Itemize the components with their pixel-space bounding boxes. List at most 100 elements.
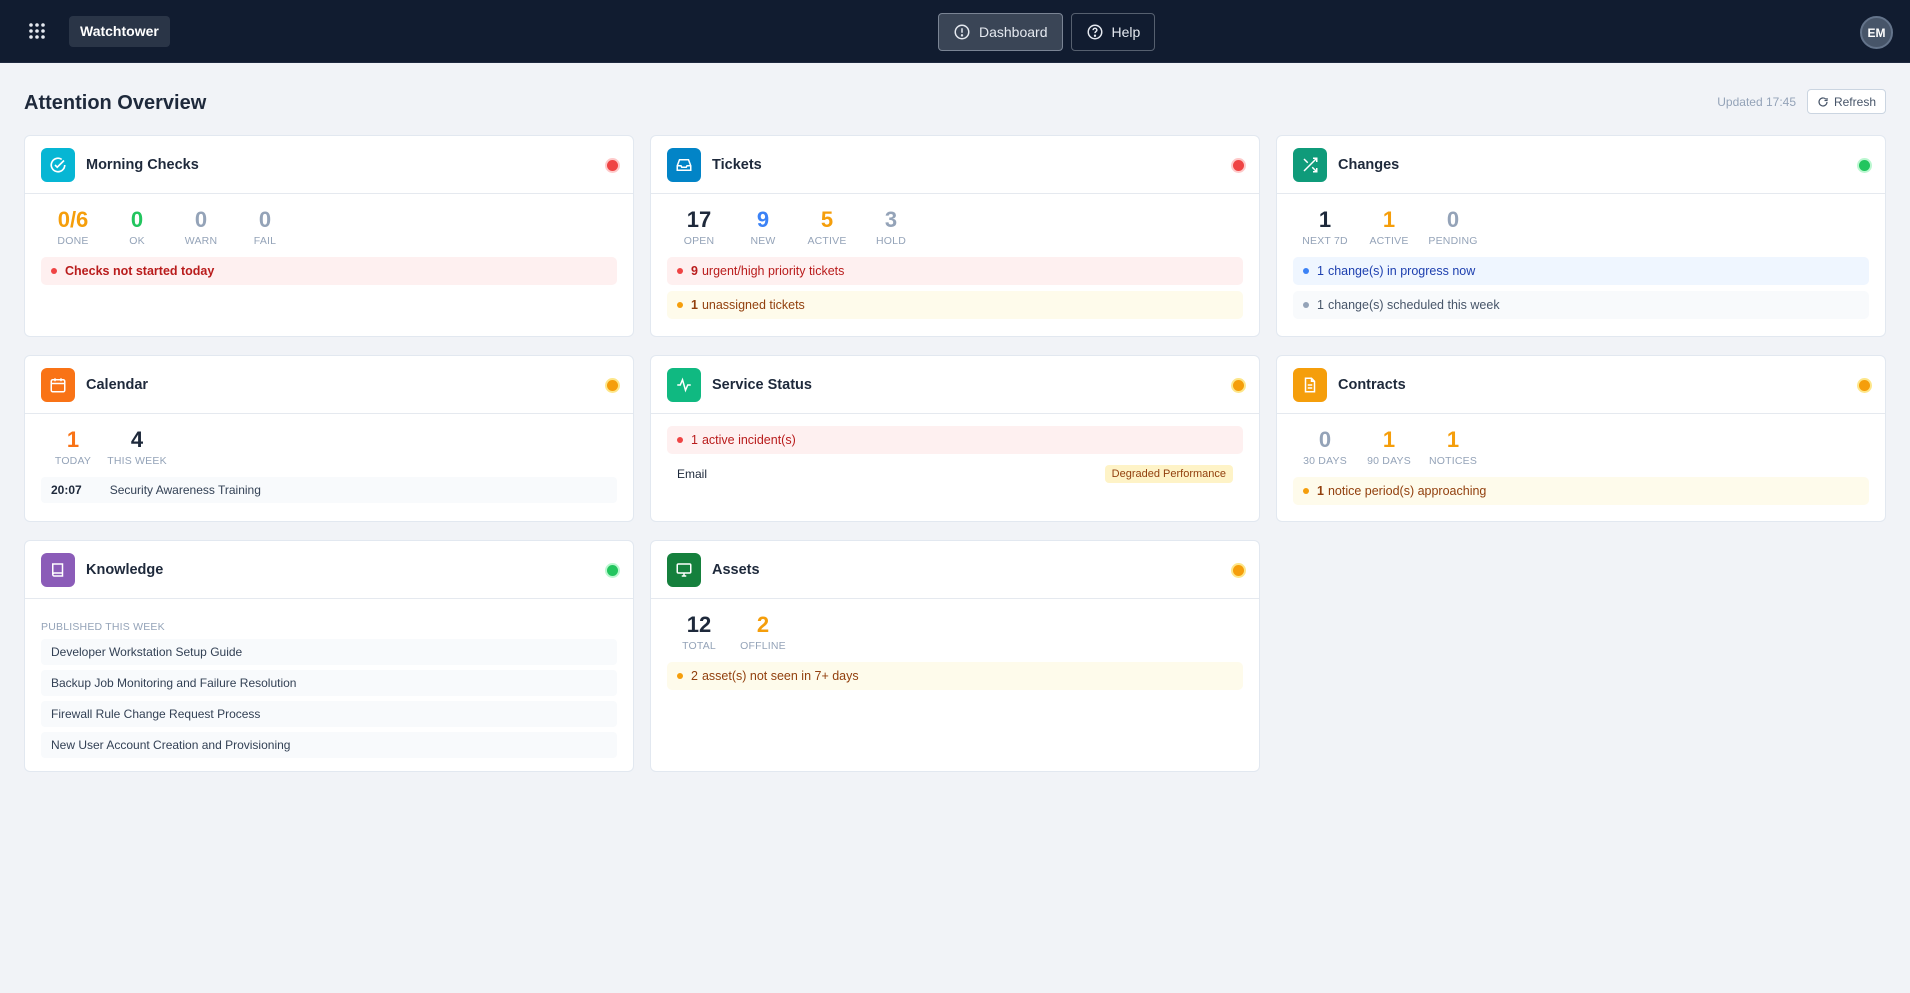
- activity-icon: [667, 367, 701, 402]
- card-header[interactable]: Calendar: [25, 356, 633, 414]
- event-title: Security Awareness Training: [109, 483, 261, 497]
- alert-text: unassigned tickets: [701, 298, 805, 312]
- stat-value: 9: [756, 207, 770, 232]
- user-avatar[interactable]: EM: [1860, 16, 1893, 49]
- alert-item[interactable]: Checks not started today: [41, 257, 617, 285]
- event-time: 20:07: [51, 483, 82, 497]
- stat-label: OPEN: [683, 235, 715, 247]
- stat-value: 1: [1446, 427, 1460, 452]
- stat-label: WARN: [184, 235, 218, 247]
- calendar-icon: [41, 367, 75, 402]
- stat-label: NOTICES: [1428, 455, 1478, 467]
- stat-30-days: 0 30 DAYS: [1293, 428, 1357, 468]
- stats-row: 0/6 DONE 0 OK 0 WARN 0 FAIL: [25, 194, 633, 248]
- alert-item[interactable]: 9 urgent/high priority tickets: [667, 257, 1243, 285]
- assets-card: Assets 12 TOTAL 2 OFFLINE 2 asset(s) not s…: [650, 540, 1260, 772]
- status-dot: [607, 160, 618, 171]
- stat-offline: 2 OFFLINE: [731, 613, 795, 653]
- status-dot: [607, 380, 618, 391]
- stat-label: HOLD: [876, 235, 906, 247]
- stat-done: 0/6 DONE: [41, 207, 105, 248]
- alert-text: asset(s) not seen in 7+ days: [701, 669, 859, 683]
- app-launcher-button[interactable]: [17, 11, 57, 51]
- stat-open: 17 OPEN: [667, 207, 731, 248]
- refresh-button[interactable]: Refresh: [1806, 89, 1886, 114]
- alert-item[interactable]: 1 unassigned tickets: [667, 291, 1243, 319]
- article-title: Firewall Rule Change Request Process: [51, 707, 261, 721]
- nav-dashboard-label: Dashboard: [979, 24, 1048, 40]
- alert-text: change(s) scheduled this week: [1327, 298, 1500, 312]
- app-title[interactable]: Watchtower: [69, 15, 170, 47]
- stat-value: 5: [820, 207, 834, 232]
- card-header[interactable]: Tickets: [651, 136, 1259, 194]
- stat-value: 1: [1382, 427, 1396, 452]
- inbox-icon: [667, 147, 701, 182]
- stat-90-days: 1 90 DAYS: [1357, 427, 1421, 468]
- updated-timestamp: Updated 17:45: [1717, 95, 1796, 109]
- article-item[interactable]: New User Account Creation and Provisioni…: [41, 732, 617, 758]
- bullet: [1303, 268, 1309, 274]
- card-header[interactable]: Knowledge: [25, 541, 633, 599]
- alert-text: active incident(s): [701, 433, 796, 447]
- bullet: [677, 437, 683, 443]
- card-header[interactable]: Contracts: [1277, 356, 1885, 414]
- article-title: Backup Job Monitoring and Failure Resolu…: [51, 676, 297, 690]
- nav-help-button[interactable]: Help: [1070, 13, 1156, 51]
- article-item[interactable]: Developer Workstation Setup Guide: [41, 639, 617, 665]
- stat-next-7d: 1 NEXT 7D: [1293, 208, 1357, 248]
- check-circle-icon: [41, 147, 75, 182]
- book-icon: [41, 552, 75, 587]
- alert-item[interactable]: 1 change(s) scheduled this week: [1293, 291, 1869, 319]
- alert-item[interactable]: 2 asset(s) not seen in 7+ days: [667, 662, 1243, 690]
- article-title: New User Account Creation and Provisioni…: [51, 738, 291, 752]
- status-dot: [1233, 565, 1244, 576]
- nav-help-label: Help: [1111, 24, 1141, 40]
- card-title: Contracts: [1338, 376, 1406, 393]
- calendar-event[interactable]: 20:07 Security Awareness Training: [41, 477, 617, 503]
- top-bar: Watchtower Dashboard Help EM: [0, 0, 1910, 63]
- stat-notices: 1 NOTICES: [1421, 427, 1485, 468]
- service-row[interactable]: Email Degraded Performance: [667, 460, 1243, 488]
- stats-row: 1 NEXT 7D 1 ACTIVE 0 PENDING: [1277, 194, 1885, 248]
- section-label: PUBLISHED THIS WEEK: [41, 621, 165, 633]
- calendar-card: Calendar 1 TODAY 4 THIS WEEK 20:07 Securit…: [24, 355, 634, 522]
- stat-label: TODAY: [54, 455, 92, 467]
- card-header[interactable]: Assets: [651, 541, 1259, 599]
- shuffle-icon: [1293, 147, 1327, 182]
- stat-label: ACTIVE: [1369, 235, 1409, 247]
- alert-count: 9: [691, 264, 698, 278]
- nav-dashboard-button[interactable]: Dashboard: [938, 13, 1063, 51]
- stat-total: 12 TOTAL: [667, 613, 731, 653]
- knowledge-card: Knowledge PUBLISHED THIS WEEK Developer …: [24, 540, 634, 772]
- card-title: Morning Checks: [86, 156, 199, 173]
- stat-label: TOTAL: [682, 640, 716, 652]
- article-item[interactable]: Backup Job Monitoring and Failure Resolu…: [41, 670, 617, 696]
- stat-value: 0: [130, 207, 144, 232]
- article-item[interactable]: Firewall Rule Change Request Process: [41, 701, 617, 727]
- bullet: [677, 673, 683, 679]
- stat-value: 4: [130, 427, 144, 452]
- stats-row: 0 30 DAYS 1 90 DAYS 1 NOTICES: [1277, 414, 1885, 468]
- card-header[interactable]: Morning Checks: [25, 136, 633, 194]
- stat-ok: 0 OK: [105, 207, 169, 248]
- card-header[interactable]: Service Status: [651, 356, 1259, 414]
- tickets-card: Tickets 17 OPEN 9 NEW 5 ACTIVE 3 HOLD 9 urge…: [650, 135, 1260, 337]
- stat-value: 0: [194, 207, 208, 232]
- alert-item[interactable]: 1 change(s) in progress now: [1293, 257, 1869, 285]
- alert-item[interactable]: 1 notice period(s) approaching: [1293, 477, 1869, 505]
- status-dot: [607, 565, 618, 576]
- status-dot: [1859, 380, 1870, 391]
- bullet: [1303, 302, 1309, 308]
- stat-value: 3: [884, 207, 898, 232]
- stat-value: 17: [686, 207, 712, 232]
- status-badge: Degraded Performance: [1104, 465, 1233, 483]
- stat-label: NEXT 7D: [1302, 235, 1348, 247]
- stat-value: 0/6: [57, 207, 89, 232]
- stat-label: PENDING: [1428, 235, 1478, 247]
- card-header[interactable]: Changes: [1277, 136, 1885, 194]
- alert-text: change(s) in progress now: [1327, 264, 1476, 278]
- alert-item[interactable]: 1 active incident(s): [667, 426, 1243, 454]
- service-name: Email: [677, 467, 708, 481]
- stats-row: 1 TODAY 4 THIS WEEK: [25, 414, 633, 468]
- stat-pending: 0 PENDING: [1421, 208, 1485, 248]
